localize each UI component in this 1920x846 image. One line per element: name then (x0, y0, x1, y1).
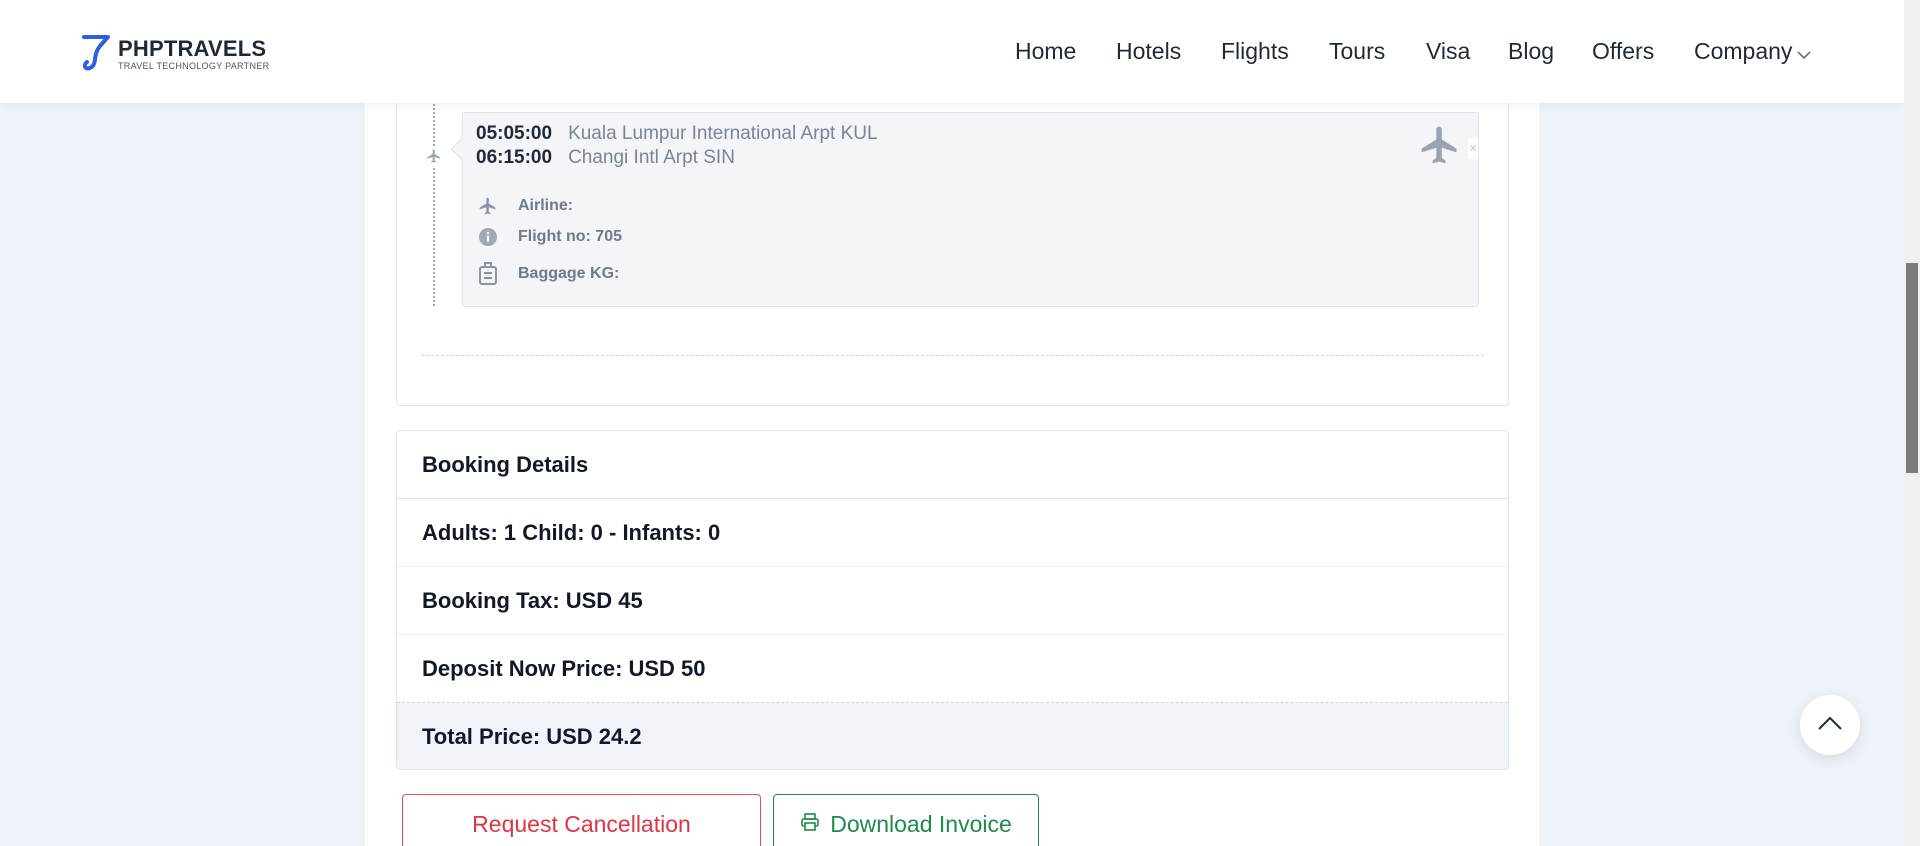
plane-icon (476, 196, 500, 216)
airline-row: Airline: (476, 196, 573, 216)
download-invoice-label: Download Invoice (830, 810, 1012, 837)
booking-details-card: Booking Details Adults: 1 Child: 0 - Inf… (396, 430, 1509, 770)
scrollbar[interactable] (1904, 0, 1920, 846)
total-price-label: Total Price: (422, 724, 541, 749)
timeline-plane-icon (424, 146, 444, 166)
total-price-value: USD 24.2 (546, 724, 642, 749)
request-cancellation-button[interactable]: Request Cancellation (402, 794, 761, 846)
booking-details-title: Booking Details (397, 431, 1508, 499)
logo-mark-icon (80, 32, 112, 77)
baggage-row: Baggage KG: (476, 261, 619, 287)
site-header: PHPTRAVELS TRAVEL TECHNOLOGY PARTNER Hom… (0, 0, 1904, 103)
arrival-airport: Changi Intl Arpt SIN (568, 147, 735, 168)
timeline-line (433, 100, 435, 306)
airplane-icon (1418, 123, 1462, 172)
back-to-top-button[interactable] (1800, 695, 1860, 755)
nav-blog[interactable]: Blog (1508, 38, 1554, 65)
request-cancellation-label: Request Cancellation (472, 810, 691, 837)
nav-offers[interactable]: Offers (1592, 38, 1654, 65)
logo-tagline: TRAVEL TECHNOLOGY PARTNER (118, 61, 270, 71)
deposit-value: USD 50 (628, 655, 706, 681)
airline-label: Airline: (518, 197, 574, 214)
logo-name: PHPTRAVELS (118, 36, 267, 61)
nav-home[interactable]: Home (1015, 38, 1076, 65)
luggage-icon (476, 261, 500, 287)
scrollbar-thumb[interactable] (1906, 263, 1918, 473)
baggage-label: Baggage KG: (518, 265, 620, 282)
deposit-row: Deposit Now Price: USD 50 (397, 635, 1508, 703)
departure-time: 05:05:00 (476, 123, 553, 144)
passengers-row: Adults: 1 Child: 0 - Infants: 0 (397, 499, 1508, 567)
flight-number: Flight no: 705 (518, 228, 622, 245)
printer-icon (800, 811, 820, 838)
booking-tax-value: USD 45 (565, 587, 643, 613)
departure-airport: Kuala Lumpur International Arpt KUL (568, 123, 878, 144)
nav-hotels[interactable]: Hotels (1116, 38, 1181, 65)
nav-flights[interactable]: Flights (1221, 38, 1289, 65)
deposit-label: Deposit Now Price: (422, 655, 623, 681)
booking-tax-label: Booking Tax: (422, 587, 560, 613)
nav-tours[interactable]: Tours (1329, 38, 1385, 65)
booking-tax-row: Booking Tax: USD 45 (397, 567, 1508, 635)
logo[interactable]: PHPTRAVELS TRAVEL TECHNOLOGY PARTNER (80, 32, 269, 77)
chevron-down-icon (1796, 39, 1812, 66)
chevron-up-icon (1817, 715, 1843, 736)
download-invoice-button[interactable]: Download Invoice (773, 794, 1039, 846)
departure-row: 05:05:00 Kuala Lumpur International Arpt… (476, 123, 878, 145)
divider (421, 355, 1484, 356)
flight-segment: 05:05:00 Kuala Lumpur International Arpt… (450, 112, 1479, 307)
arrival-time: 06:15:00 (476, 147, 553, 168)
nav-visa[interactable]: Visa (1426, 38, 1470, 65)
nav-company[interactable]: Company (1694, 38, 1812, 66)
total-price-row: Total Price: USD 24.2 (397, 703, 1508, 769)
info-icon (476, 227, 500, 247)
close-icon[interactable]: ✕ (1468, 139, 1478, 159)
flight-number-row: Flight no: 705 (476, 227, 622, 247)
arrival-row: 06:15:00 Changi Intl Arpt SIN (476, 147, 735, 169)
nav-company-label: Company (1694, 38, 1793, 64)
